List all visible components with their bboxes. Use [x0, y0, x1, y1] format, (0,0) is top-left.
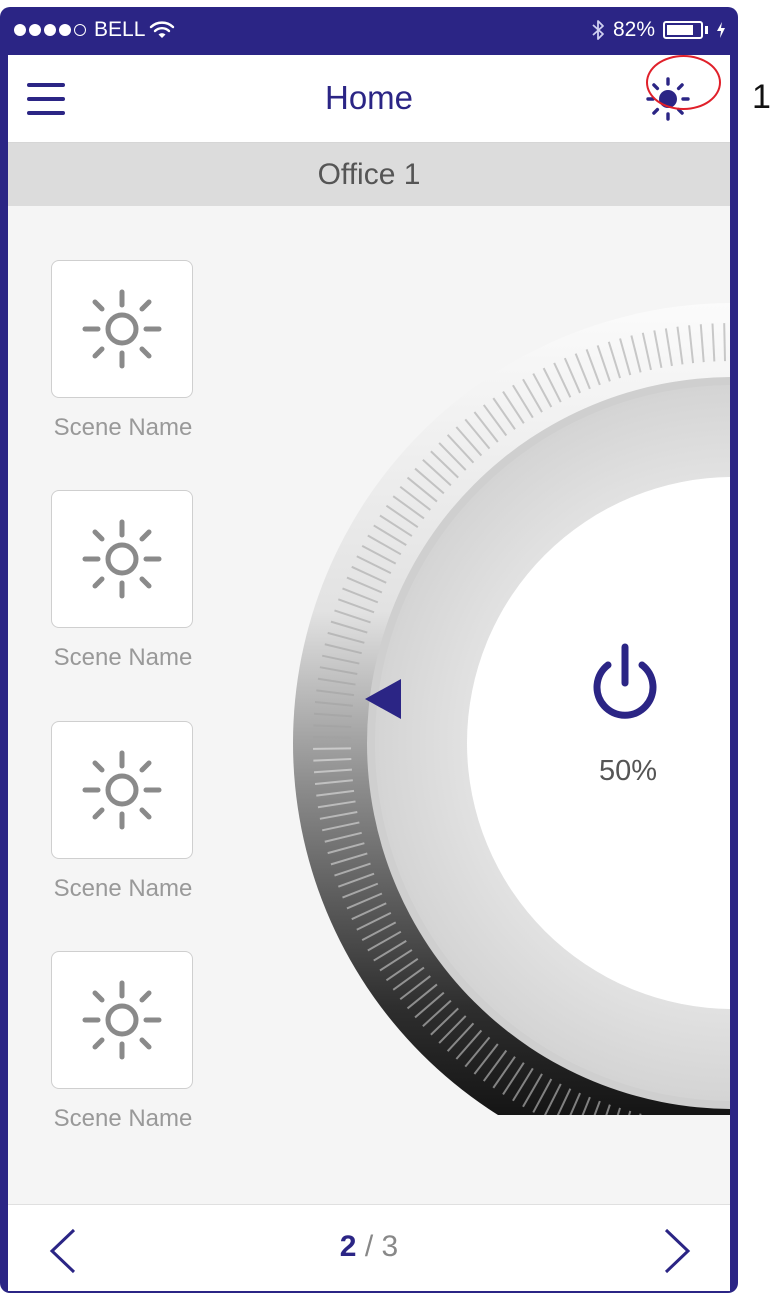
sun-icon	[82, 519, 162, 599]
scene-label: Scene Name	[53, 1105, 193, 1132]
battery-icon	[663, 21, 703, 39]
annotation-number: 1	[752, 78, 771, 116]
status-bar: BELL 82%	[0, 7, 738, 55]
current-page: 2	[339, 1230, 357, 1263]
scene-label: Scene Name	[53, 414, 193, 441]
dial-pointer-icon[interactable]	[363, 677, 403, 721]
wifi-icon	[150, 21, 175, 38]
sun-icon	[82, 289, 162, 369]
scene-icon-box[interactable]	[51, 721, 193, 859]
dial-tick	[723, 323, 726, 362]
annotation-circle	[646, 55, 721, 110]
scene-button-3[interactable]: Scene Name	[44, 721, 202, 903]
scene-button-1[interactable]: Scene Name	[44, 260, 202, 442]
scene-icon-box[interactable]	[51, 490, 193, 628]
dimmer-level: 50%	[598, 755, 658, 787]
signal-strength-icon	[14, 24, 86, 36]
dial-tick	[313, 736, 352, 739]
page-separator: /	[364, 1230, 374, 1263]
scene-button-2[interactable]: Scene Name	[44, 490, 202, 672]
sun-icon	[82, 750, 162, 830]
carrier-name: BELL	[94, 18, 146, 41]
page-indicator: 2 / 3	[8, 1230, 730, 1264]
charging-icon	[717, 22, 725, 38]
battery-percent: 82%	[612, 18, 655, 41]
phone-frame: BELL 82% Home Office 1 Scene Name Scene …	[0, 7, 738, 1293]
scene-icon-box[interactable]	[51, 260, 193, 398]
bluetooth-icon	[592, 20, 604, 40]
scene-label: Scene Name	[53, 875, 193, 902]
sun-icon	[82, 980, 162, 1060]
scene-label: Scene Name	[53, 644, 193, 671]
status-left: BELL	[14, 18, 175, 42]
room-name-bar: Office 1	[8, 143, 730, 206]
page-title: Home	[324, 79, 414, 116]
scene-icon-box[interactable]	[51, 951, 193, 1089]
chevron-right-icon[interactable]	[662, 1227, 692, 1275]
dial-tick	[313, 747, 352, 750]
total-pages: 3	[381, 1230, 399, 1263]
nav-bar: Home	[8, 55, 730, 143]
status-right: 82%	[591, 18, 726, 42]
battery-tip	[705, 26, 708, 34]
pagination-footer: 2 / 3	[8, 1204, 730, 1291]
scene-button-4[interactable]: Scene Name	[44, 951, 202, 1133]
power-icon[interactable]	[586, 643, 664, 729]
app-screen: Home Office 1 Scene Name Scene Name Scen…	[8, 55, 730, 1291]
